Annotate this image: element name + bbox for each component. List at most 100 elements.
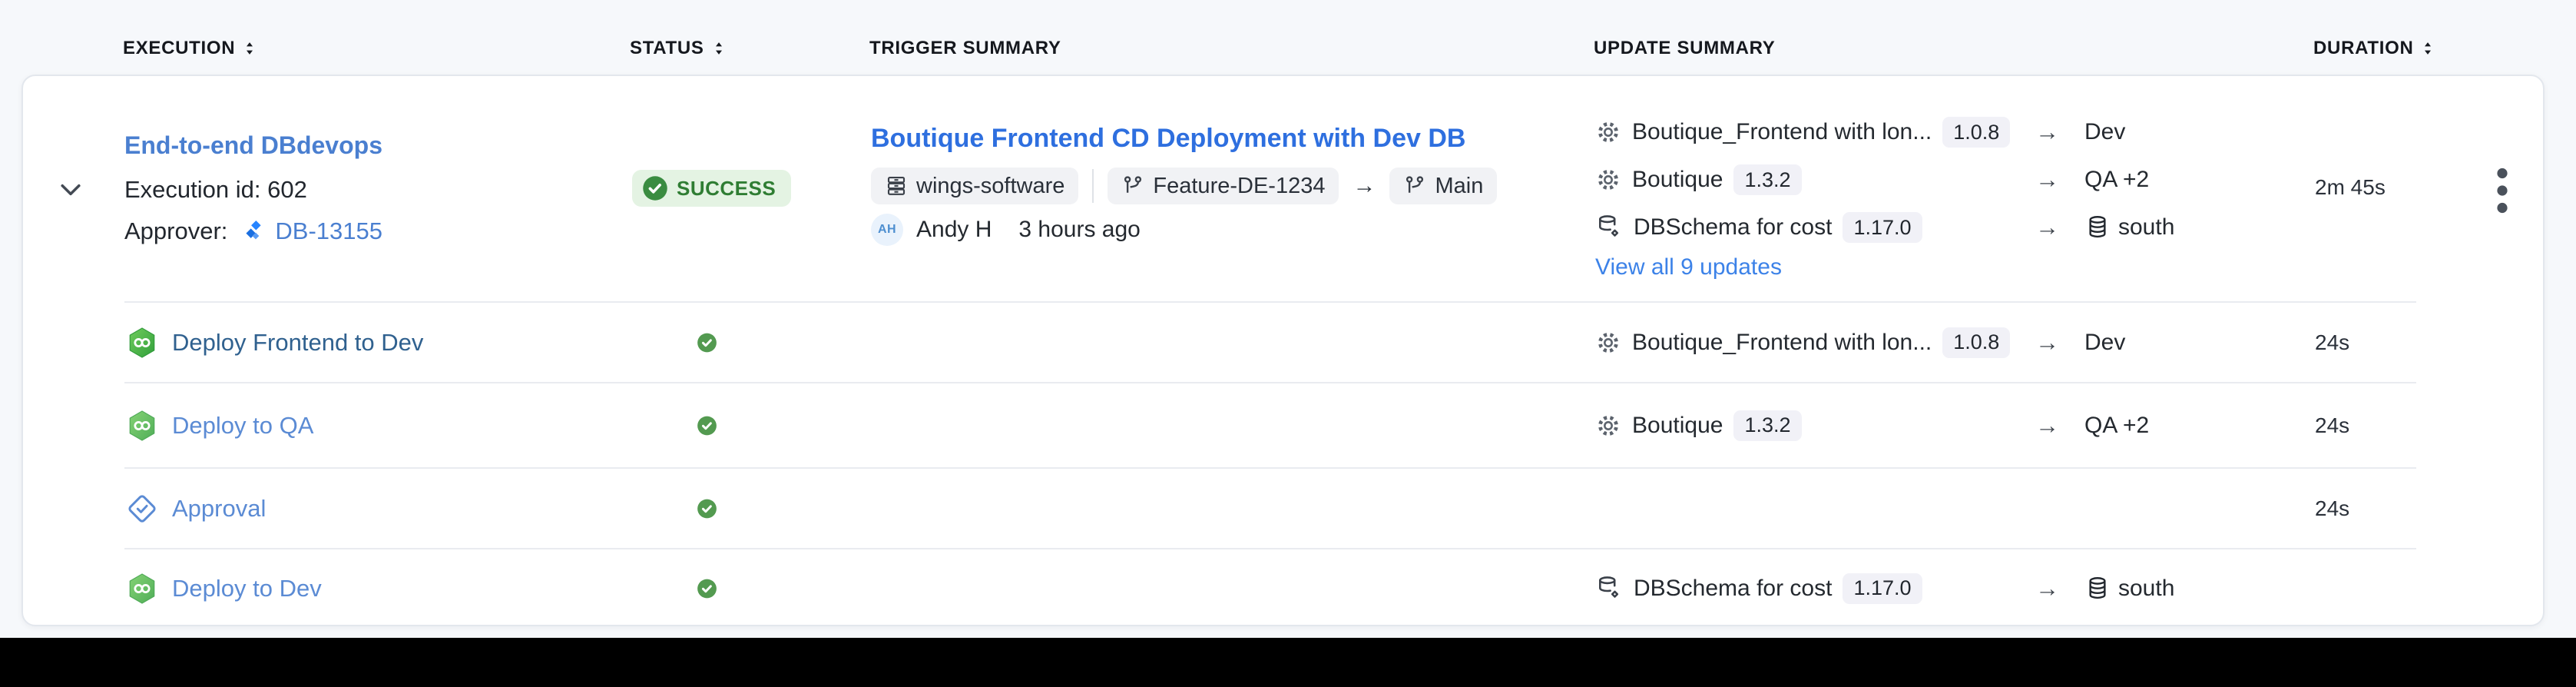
divider	[1092, 169, 1094, 203]
update-name: DBSchema for cost	[1634, 214, 1832, 241]
arrow-glyph: →	[2035, 412, 2059, 440]
sort-icon[interactable]	[711, 41, 727, 56]
update-name: DBSchema for cost	[1634, 576, 1832, 602]
column-header-duration[interactable]: DURATION	[2313, 35, 2435, 61]
check-circle-icon	[697, 332, 717, 353]
database-instance-icon	[2084, 576, 2111, 602]
trigger-tags: wings-software Feature-DE-1234 → Main	[871, 168, 1497, 204]
column-label: DURATION	[2313, 38, 2413, 59]
arrow-glyph: →	[1353, 173, 1376, 199]
stage-row: Deploy to QA Boutique 1.3.2 → QA +2 24s	[23, 383, 2543, 468]
cd-stage-icon	[125, 572, 159, 606]
update-line: DBSchema for cost 1.17.0 → south	[1595, 211, 2448, 244]
gear-icon	[1595, 119, 1621, 145]
stage-name-link[interactable]: Approval	[172, 495, 266, 523]
author-name: Andy H	[916, 217, 992, 243]
stage-name-link[interactable]: Deploy to Dev	[172, 575, 322, 602]
kebab-menu-icon[interactable]	[2488, 165, 2516, 216]
target-branch-name: Main	[1435, 174, 1483, 199]
version-chip: 1.3.2	[1733, 164, 1801, 195]
stage-name-link[interactable]: Deploy to QA	[172, 412, 313, 440]
column-label: UPDATE SUMMARY	[1594, 38, 1775, 59]
git-branch-icon	[1121, 174, 1144, 197]
column-label: EXECUTION	[123, 38, 235, 59]
version-chip: 1.3.2	[1733, 410, 1801, 441]
stage-row: Approval 24s	[23, 468, 2543, 549]
approval-stage-icon	[125, 492, 159, 526]
sort-icon[interactable]	[2420, 41, 2435, 56]
gear-icon	[1595, 330, 1621, 356]
column-label: TRIGGER SUMMARY	[869, 38, 1061, 59]
update-target: Dev	[2084, 330, 2125, 356]
repository-icon	[885, 174, 908, 197]
update-line: DBSchema for cost 1.17.0 → south	[1595, 572, 2448, 606]
status-label: SUCCESS	[677, 177, 776, 201]
column-header-trigger-summary: TRIGGER SUMMARY	[869, 35, 1061, 61]
chevron-down-icon[interactable]	[55, 174, 86, 205]
pipeline-name-link[interactable]: End-to-end DBdevops	[124, 131, 382, 160]
check-circle-icon	[697, 498, 717, 519]
duration-value: 24s	[2315, 496, 2349, 521]
check-circle-icon	[641, 174, 669, 202]
update-target: south	[2084, 576, 2174, 602]
update-line: Boutique_Frontend with lon... 1.0.8 → De…	[1595, 115, 2448, 149]
stage-name-link[interactable]: Deploy Frontend to Dev	[172, 329, 423, 357]
approver-label: Approver:	[124, 217, 227, 245]
approver-row: Approver: DB-13155	[124, 217, 382, 245]
update-target: QA +2	[2084, 413, 2149, 439]
status-badge: SUCCESS	[632, 170, 791, 207]
table-row: End-to-end DBdevops Execution id: 602 Ap…	[23, 76, 2543, 302]
duration-value: 2m 45s	[2315, 175, 2386, 200]
gear-icon	[1595, 413, 1621, 439]
sort-icon[interactable]	[242, 41, 257, 56]
jira-icon	[241, 219, 266, 244]
column-header-update-summary: UPDATE SUMMARY	[1594, 35, 1775, 61]
column-label: STATUS	[630, 38, 704, 59]
check-circle-icon	[697, 415, 717, 436]
execution-id: Execution id: 602	[124, 176, 307, 204]
column-header-execution[interactable]: EXECUTION	[123, 35, 257, 61]
repo-tag: wings-software	[871, 168, 1078, 204]
version-chip: 1.0.8	[1942, 327, 2010, 358]
version-chip: 1.17.0	[1843, 573, 1922, 604]
arrow-glyph: →	[2035, 575, 2059, 602]
arrow-glyph: →	[2035, 214, 2059, 241]
database-instance-icon	[2084, 214, 2111, 241]
update-name: Boutique	[1632, 413, 1723, 439]
update-name: Boutique_Frontend with lon...	[1632, 119, 1932, 145]
database-schema-icon	[1595, 214, 1623, 241]
update-name: Boutique	[1632, 167, 1723, 193]
version-chip: 1.17.0	[1843, 212, 1922, 243]
repo-name: wings-software	[916, 174, 1065, 199]
trigger-time: 3 hours ago	[1018, 217, 1140, 243]
stage-row: Deploy Frontend to Dev Boutique_Frontend…	[23, 302, 2543, 383]
avatar: AH	[871, 214, 903, 246]
arrow-glyph: →	[2035, 166, 2059, 194]
trigger-title-link[interactable]: Boutique Frontend CD Deployment with Dev…	[871, 124, 1465, 154]
arrow-glyph: →	[2035, 118, 2059, 146]
source-branch-name: Feature-DE-1234	[1153, 174, 1325, 199]
stage-row: Deploy to Dev DBSchema for cost 1.17.0 →…	[23, 549, 2543, 626]
duration-value: 24s	[2315, 413, 2349, 438]
trigger-author-row: AH Andy H 3 hours ago	[871, 213, 1141, 247]
git-branch-icon	[1403, 174, 1426, 197]
update-name: Boutique_Frontend with lon...	[1632, 330, 1932, 356]
update-target: Dev	[2084, 119, 2125, 145]
approver-ticket-link[interactable]: DB-13155	[275, 217, 382, 245]
arrow-glyph: →	[2035, 329, 2059, 357]
update-target-name: south	[2118, 214, 2174, 241]
cd-stage-icon	[125, 326, 159, 360]
database-schema-icon	[1595, 575, 1623, 602]
execution-card: End-to-end DBdevops Execution id: 602 Ap…	[22, 75, 2545, 626]
column-header-status[interactable]: STATUS	[630, 35, 727, 61]
update-target-name: south	[2118, 576, 2174, 602]
view-all-updates-link[interactable]: View all 9 updates	[1595, 254, 1782, 280]
check-circle-icon	[697, 578, 717, 599]
executions-table-page: EXECUTION STATUS TRIGGER SUMMARY UPDATE …	[0, 0, 2576, 687]
cd-stage-icon	[125, 409, 159, 443]
gear-icon	[1595, 167, 1621, 193]
letterbox-bar	[0, 638, 2576, 687]
update-target: south	[2084, 214, 2174, 241]
duration-value: 24s	[2315, 330, 2349, 355]
update-target: QA +2	[2084, 167, 2149, 193]
